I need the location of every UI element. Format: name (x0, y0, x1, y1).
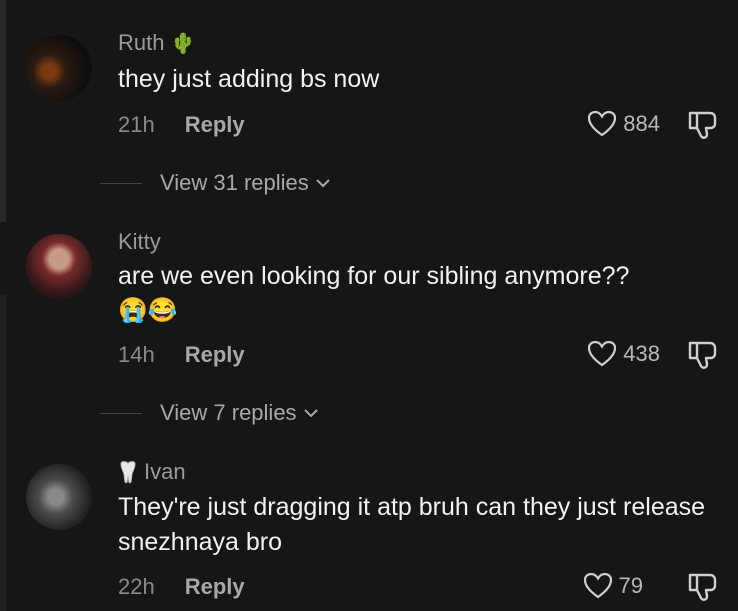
heart-icon (588, 340, 617, 367)
cactus-emoji: 🌵 (170, 32, 196, 55)
emoji-text: 😭😂 (118, 297, 178, 324)
view-replies-label: View 31 replies (160, 170, 309, 195)
like-button[interactable]: 884 (587, 110, 660, 138)
avatar[interactable] (26, 35, 92, 101)
comment-username[interactable]: Kitty (118, 229, 161, 255)
comment-time: 14h (118, 342, 155, 367)
comment-text: they just adding bs now (118, 65, 380, 93)
chevron-down-icon (316, 179, 330, 188)
dislike-button[interactable] (686, 110, 720, 147)
like-button[interactable]: 79 (583, 572, 643, 600)
comment-item: Ruth 🌵 they just adding bs now 21h Reply… (0, 0, 738, 222)
like-count: 884 (623, 111, 660, 136)
view-replies-label: View 7 replies (160, 400, 297, 425)
comment-meta: 14h Reply (118, 342, 245, 368)
comment-meta: 21h Reply (118, 112, 245, 138)
comment-item: Ivan They're just dragging it atp bruh c… (0, 444, 738, 611)
comment-username[interactable]: Ruth 🌵 (118, 30, 195, 56)
comment-item: Kitty are we even looking for our siblin… (0, 222, 738, 444)
comment-meta: 22h Reply (118, 574, 245, 600)
avatar[interactable] (26, 464, 92, 530)
like-count: 79 (618, 573, 643, 598)
reply-button[interactable]: Reply (185, 112, 245, 138)
avatar[interactable] (26, 234, 92, 300)
username-label: Kitty (118, 229, 161, 254)
comment-text: are we even looking for our sibling anym… (118, 262, 630, 290)
tooth-icon (120, 461, 136, 484)
comment-time: 21h (118, 112, 155, 137)
thumbs-down-icon (688, 573, 717, 601)
like-count: 438 (623, 341, 660, 366)
heart-icon (583, 572, 612, 599)
dislike-button[interactable] (686, 340, 720, 377)
divider-line (100, 412, 142, 414)
username-label: Ivan (144, 459, 186, 484)
dislike-button[interactable] (686, 572, 720, 609)
comment-emojis: 😭😂 (118, 296, 178, 325)
username-label: Ruth (118, 30, 165, 55)
view-replies-button[interactable]: View 7 replies (100, 400, 319, 426)
thumbs-down-icon (688, 111, 717, 139)
comment-time: 22h (118, 574, 155, 599)
comment-username[interactable]: Ivan (118, 459, 186, 485)
reply-button[interactable]: Reply (185, 574, 245, 600)
chevron-down-icon (303, 409, 318, 418)
heart-icon (588, 110, 617, 137)
divider-line (100, 182, 142, 184)
reply-button[interactable]: Reply (185, 342, 245, 368)
thumbs-down-icon (688, 341, 717, 369)
comment-text: They're just dragging it atp bruh can th… (118, 493, 706, 556)
like-button[interactable]: 438 (587, 340, 660, 368)
view-replies-button[interactable]: View 31 replies (100, 170, 331, 196)
